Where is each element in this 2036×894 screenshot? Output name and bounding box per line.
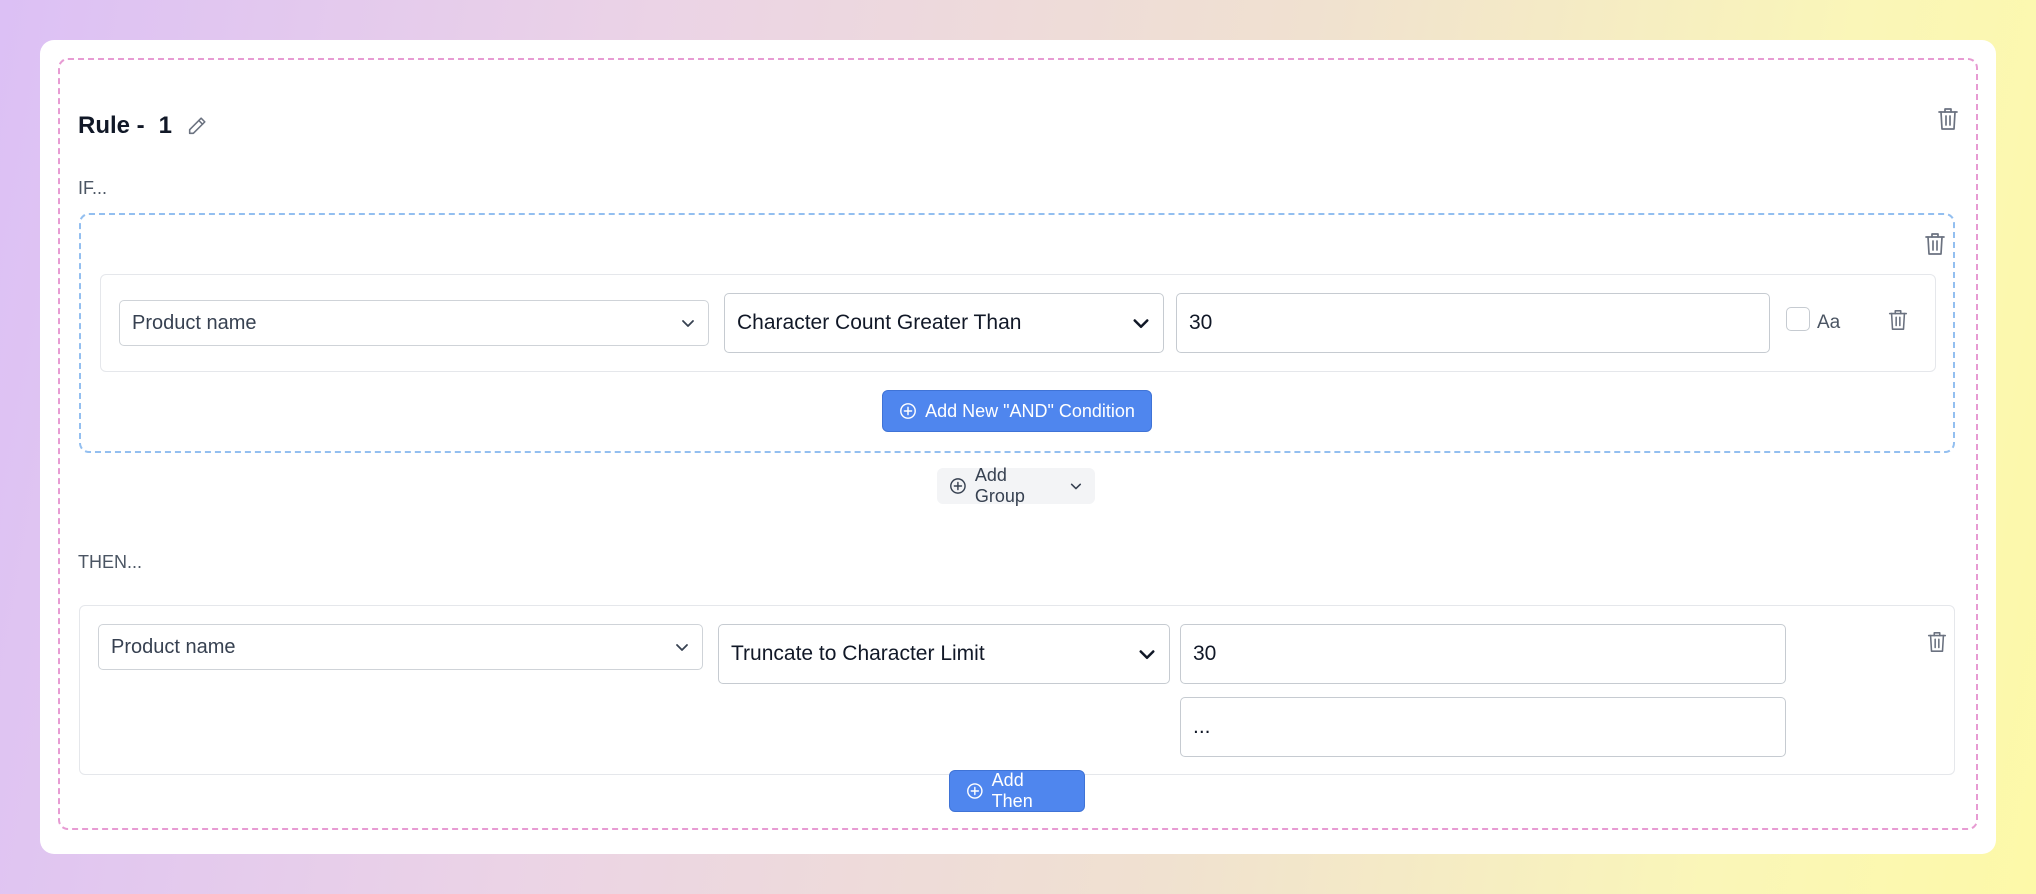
plus-circle-icon (900, 403, 916, 419)
condition-field-select[interactable]: Product name (119, 300, 709, 346)
rule-title: Rule - 1 (78, 110, 208, 142)
chevron-down-icon (682, 320, 694, 327)
condition-field-value: Product name (132, 311, 257, 334)
chevron-down-icon (1133, 319, 1149, 328)
truncation-suffix-input[interactable]: ... (1180, 697, 1786, 757)
condition-group: Product name Character Count Greater Tha… (79, 213, 1955, 453)
rule-number: 1 (158, 112, 173, 139)
condition-row: Product name Character Count Greater Tha… (100, 274, 1936, 372)
add-group-button[interactable]: Add Group (937, 465, 1095, 506)
rule-title-prefix: Rule - (78, 112, 145, 139)
character-limit-input[interactable]: 30 (1180, 624, 1786, 684)
add-then-button[interactable]: Add Then (949, 770, 1085, 812)
condition-operator-value: Character Count Greater Than (737, 311, 1022, 334)
truncation-suffix-text: ... (1193, 715, 1211, 738)
action-operation-value: Truncate to Character Limit (731, 642, 985, 665)
trash-icon (1927, 632, 1947, 652)
delete-rule-button[interactable] (1936, 106, 1960, 132)
case-sensitive-label: Aa (1817, 312, 1841, 333)
pencil-icon (188, 117, 206, 135)
plus-circle-icon (967, 783, 983, 799)
character-limit-text: 30 (1193, 642, 1217, 665)
if-label: IF... (78, 178, 108, 198)
edit-rule-button[interactable] (186, 115, 208, 137)
trash-icon (1938, 108, 1958, 130)
then-label: THEN... (78, 552, 143, 572)
trash-icon (1925, 233, 1945, 255)
action-field-value: Product name (111, 635, 236, 658)
trash-icon (1888, 310, 1908, 330)
chevron-down-icon (676, 644, 688, 651)
add-and-condition-label: Add New "AND" Condition (925, 400, 1135, 421)
add-group-label: Add Group (974, 465, 1025, 506)
rule-container: Rule - 1 IF... Product name Character Co… (58, 58, 1978, 830)
add-and-condition-button[interactable]: Add New "AND" Condition (882, 390, 1152, 432)
condition-operator-select[interactable]: Character Count Greater Than (724, 293, 1164, 353)
action-operation-select[interactable]: Truncate to Character Limit (718, 624, 1170, 684)
case-sensitive-checkbox[interactable] (1786, 307, 1810, 331)
action-row: Product name Truncate to Character Limit… (79, 605, 1955, 775)
condition-value-text: 30 (1189, 311, 1213, 334)
plus-circle-icon (950, 478, 966, 494)
delete-group-button[interactable] (1923, 231, 1947, 257)
chevron-down-icon (1070, 483, 1082, 490)
rule-card: Rule - 1 IF... Product name Character Co… (40, 40, 1996, 854)
chevron-down-icon (1139, 650, 1155, 659)
delete-action-button[interactable] (1926, 630, 1948, 654)
delete-condition-button[interactable] (1887, 308, 1909, 332)
action-field-select[interactable]: Product name (98, 624, 703, 670)
condition-value-input[interactable]: 30 (1176, 293, 1770, 353)
add-then-label: Add Then (991, 770, 1033, 811)
